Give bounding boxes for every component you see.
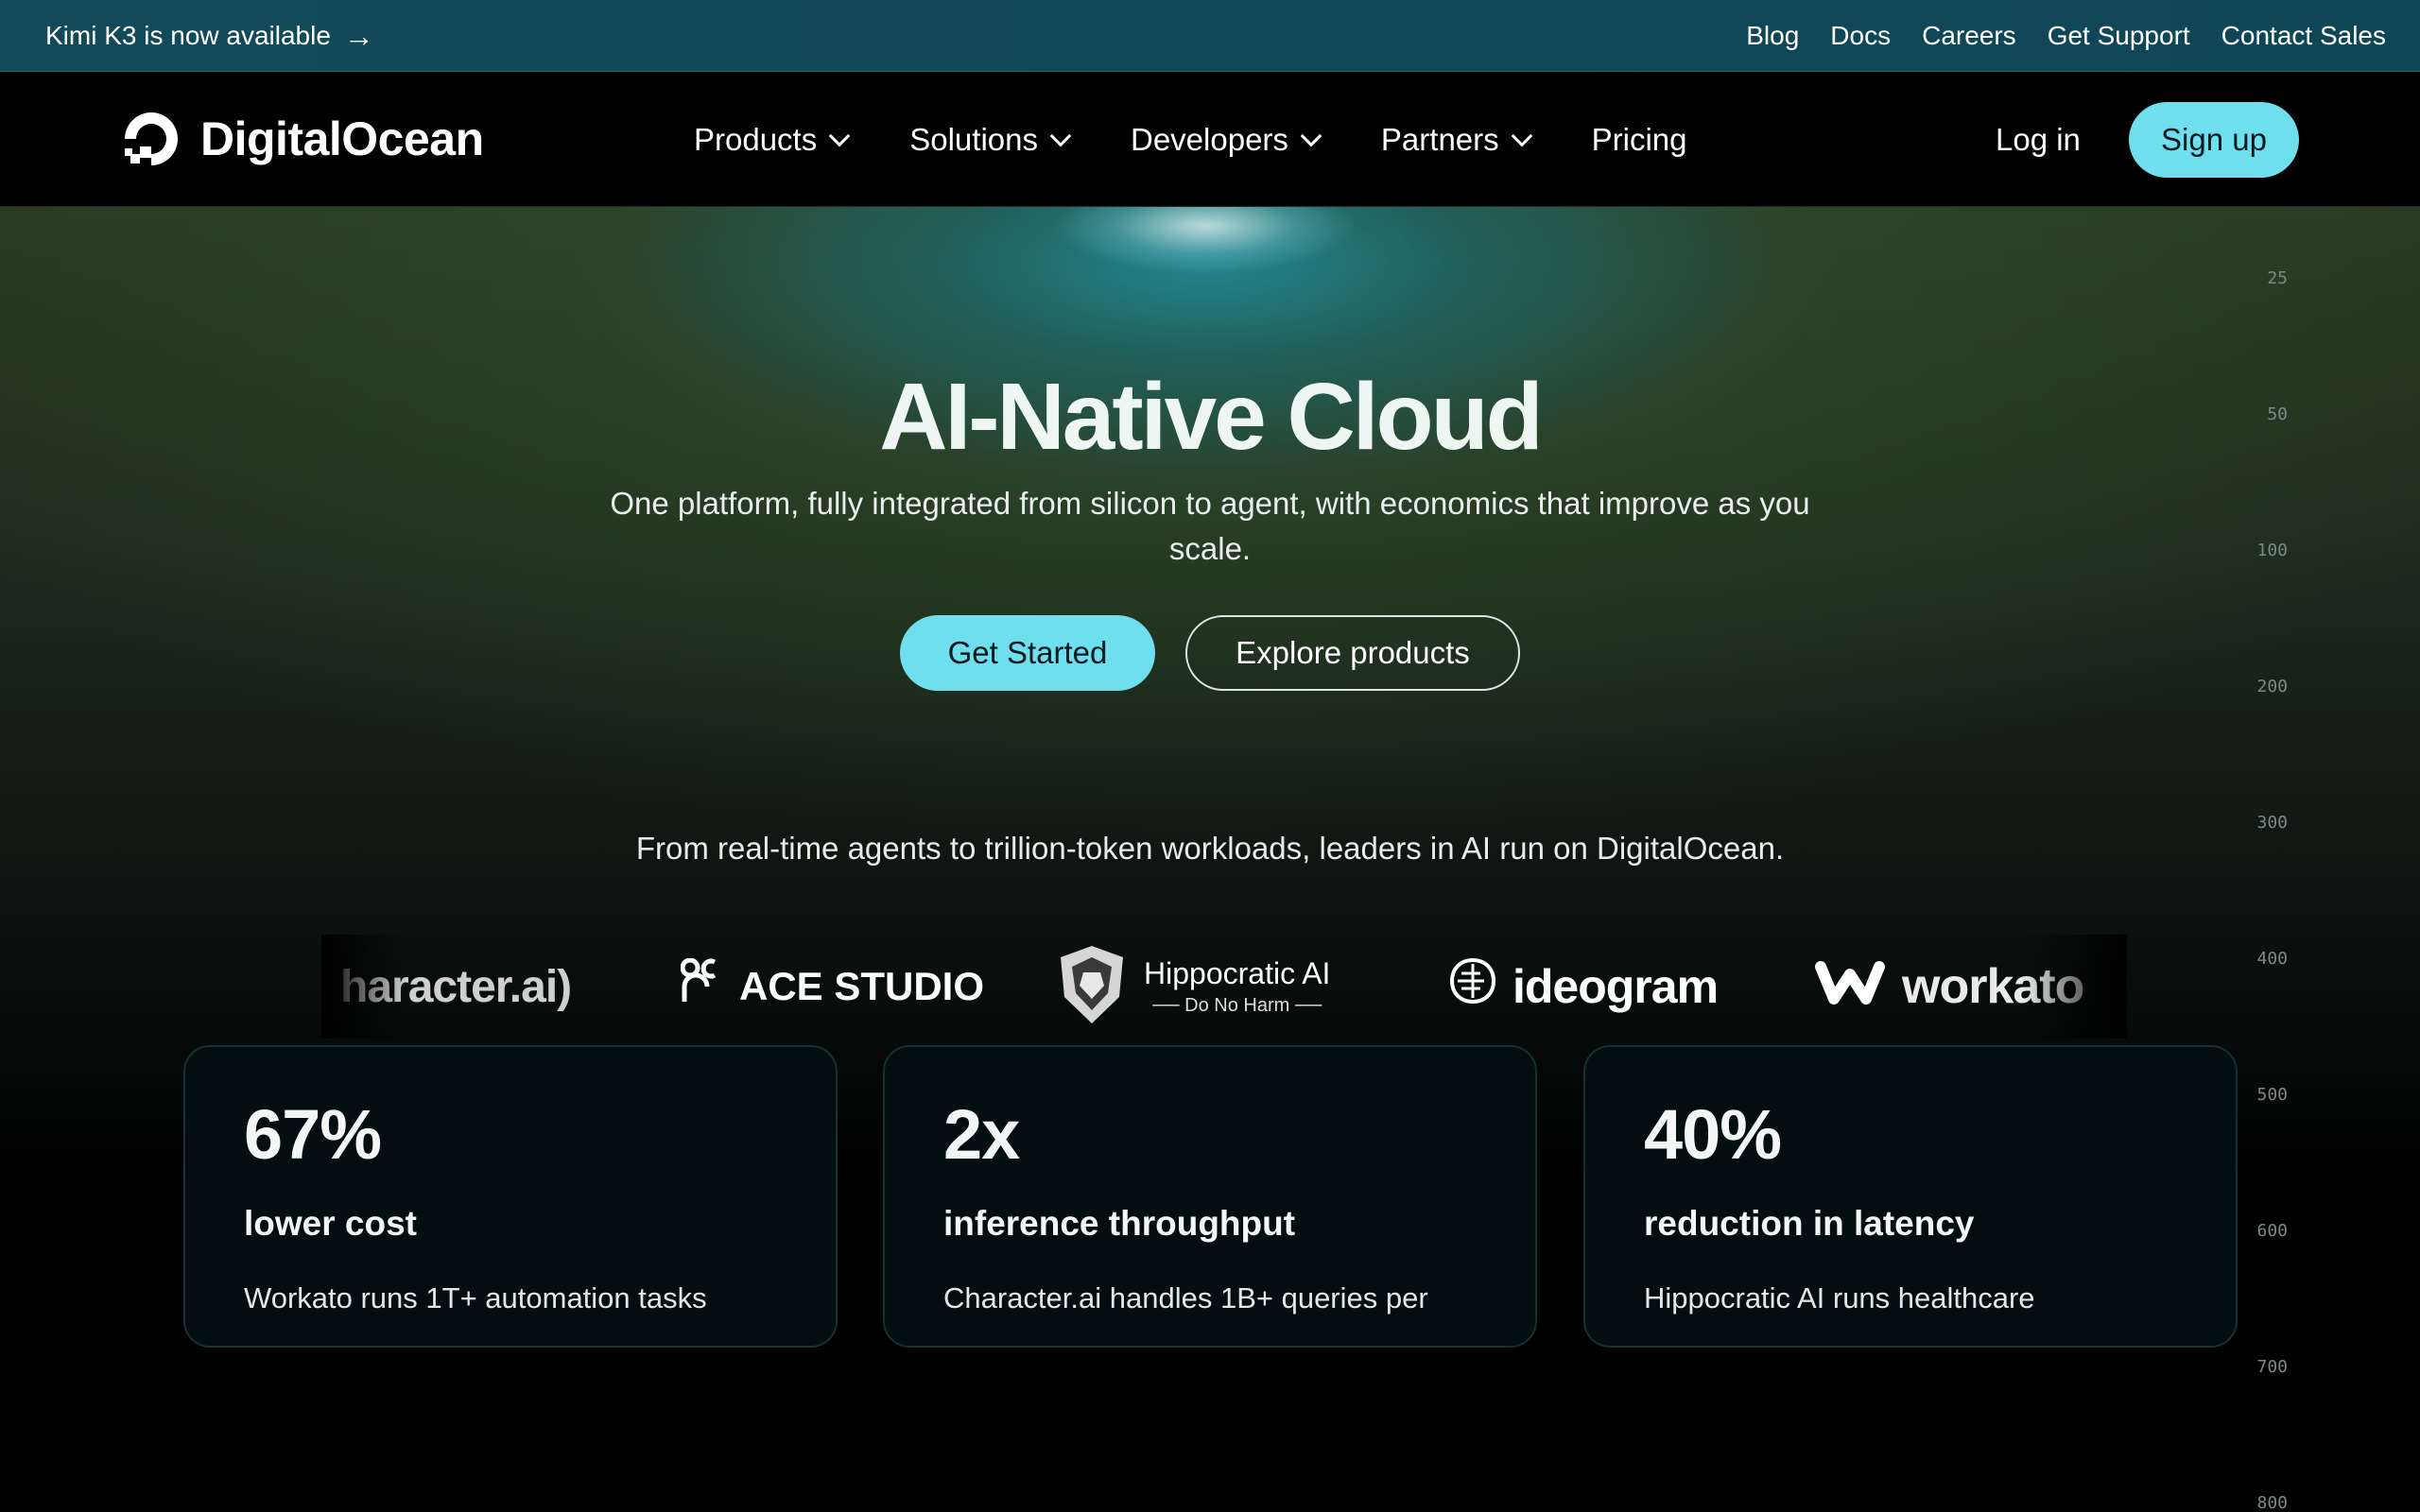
stat-value: 67% (244, 1095, 382, 1174)
nav-item-label: Products (694, 122, 818, 157)
stat-description: Character.ai handles 1B+ queries per (943, 1281, 1428, 1314)
stat-card-cost: 67% lower cost Workato runs 1T+ automati… (183, 1045, 838, 1348)
nav-item-label: Developers (1131, 122, 1288, 157)
stat-description: Workato runs 1T+ automation tasks (244, 1281, 707, 1314)
workato-w-icon (1815, 957, 1885, 1017)
scale-label: 500 (2256, 1085, 2288, 1105)
logo-wordmark: DigitalOcean (200, 112, 484, 165)
nav-item-products[interactable]: Products (694, 122, 851, 158)
ace-studio-wordmark: ACE STUDIO (739, 964, 985, 1008)
digitalocean-logo[interactable]: DigitalOcean (121, 109, 484, 169)
nav-item-partners[interactable]: Partners (1380, 122, 1532, 158)
arrow-right-icon: → (343, 18, 374, 53)
stat-label: reduction in latency (1644, 1204, 1975, 1243)
logo-strip-fade-left (321, 935, 406, 1039)
stat-value: 40% (1644, 1095, 1782, 1174)
stat-value: 2x (943, 1095, 1020, 1174)
ideogram-wordmark: ideogram (1512, 960, 1719, 1013)
nav-item-label: Solutions (909, 122, 1038, 157)
nav-item-label: Partners (1380, 122, 1499, 157)
careers-link[interactable]: Careers (1922, 21, 2016, 51)
chevron-down-icon (1511, 125, 1532, 147)
announcement-link[interactable]: Kimi K3 is now available → (45, 21, 374, 51)
stat-label: inference throughput (943, 1204, 1296, 1243)
get-support-link[interactable]: Get Support (2048, 21, 2190, 51)
blog-link[interactable]: Blog (1746, 21, 1799, 51)
scale-label: 400 (2256, 949, 2288, 969)
customer-logo-strip: haracter.ai) ACE STUDIO Hippocratic AI ─… (340, 935, 2084, 1039)
stat-description: Hippocratic AI runs healthcare (1644, 1281, 2035, 1314)
scale-label: 25 (2267, 268, 2288, 288)
docs-link[interactable]: Docs (1830, 21, 1891, 51)
hippocratic-motto-text: Do No Harm (1184, 995, 1290, 1016)
nav-item-solutions[interactable]: Solutions (909, 122, 1072, 158)
utility-links: Blog Docs Careers Get Support Contact Sa… (1746, 21, 2386, 51)
hippocratic-motto: ── Do No Harm ── (1152, 995, 1322, 1016)
ideogram-logo: ideogram (1446, 935, 1719, 1039)
nav-item-developers[interactable]: Developers (1131, 122, 1322, 158)
scale-label: 800 (2256, 1493, 2288, 1512)
scale-label: 300 (2256, 813, 2288, 833)
hippocratic-name: Hippocratic AI (1144, 956, 1331, 990)
signup-button[interactable]: Sign up (2129, 102, 2299, 178)
announcement-bar: Kimi K3 is now available → Blog Docs Car… (0, 0, 2420, 72)
nav-menu: Products Solutions Developers Partners P… (694, 73, 1750, 207)
stat-card-latency: 40% reduction in latency Hippocratic AI … (1583, 1045, 2238, 1348)
customers-tagline: From real-time agents to trillion-token … (635, 831, 1785, 866)
hero-subtitle: One platform, fully integrated from sili… (610, 486, 1810, 566)
chevron-down-icon (1049, 125, 1072, 147)
page-title: AI-Native Cloud (879, 364, 1543, 470)
digitalocean-logo-icon (121, 109, 182, 169)
brain-icon (1446, 954, 1499, 1019)
shield-icon (1057, 944, 1127, 1030)
nav-item-pricing[interactable]: Pricing (1592, 122, 1687, 158)
login-link[interactable]: Log in (1996, 118, 2081, 162)
scale-label: 700 (2256, 1357, 2288, 1377)
main-navigation: DigitalOcean Products Solutions Develope… (0, 73, 2420, 207)
ace-studio-logo: ACE STUDIO (680, 935, 985, 1039)
hippocratic-text: Hippocratic AI ── Do No Harm ── (1144, 956, 1330, 1017)
nav-item-label: Pricing (1591, 122, 1687, 157)
hippocratic-ai-logo: Hippocratic AI ── Do No Harm ── (1057, 935, 1330, 1039)
scale-label: 100 (2256, 541, 2288, 560)
chevron-down-icon (1300, 125, 1322, 147)
stat-card-throughput: 2x inference throughput Character.ai han… (883, 1045, 1537, 1348)
chevron-down-icon (828, 125, 851, 147)
ace-studio-icon (680, 957, 724, 1015)
get-started-button[interactable]: Get Started (900, 615, 1155, 691)
logo-strip-fade-right (2023, 935, 2127, 1039)
contact-sales-link[interactable]: Contact Sales (2221, 21, 2386, 51)
scale-label: 200 (2256, 677, 2288, 696)
scale-label: 600 (2256, 1221, 2288, 1241)
stat-label: lower cost (244, 1204, 417, 1243)
announcement-text: Kimi K3 is now available (45, 20, 331, 50)
explore-products-button[interactable]: Explore products (1185, 615, 1520, 691)
